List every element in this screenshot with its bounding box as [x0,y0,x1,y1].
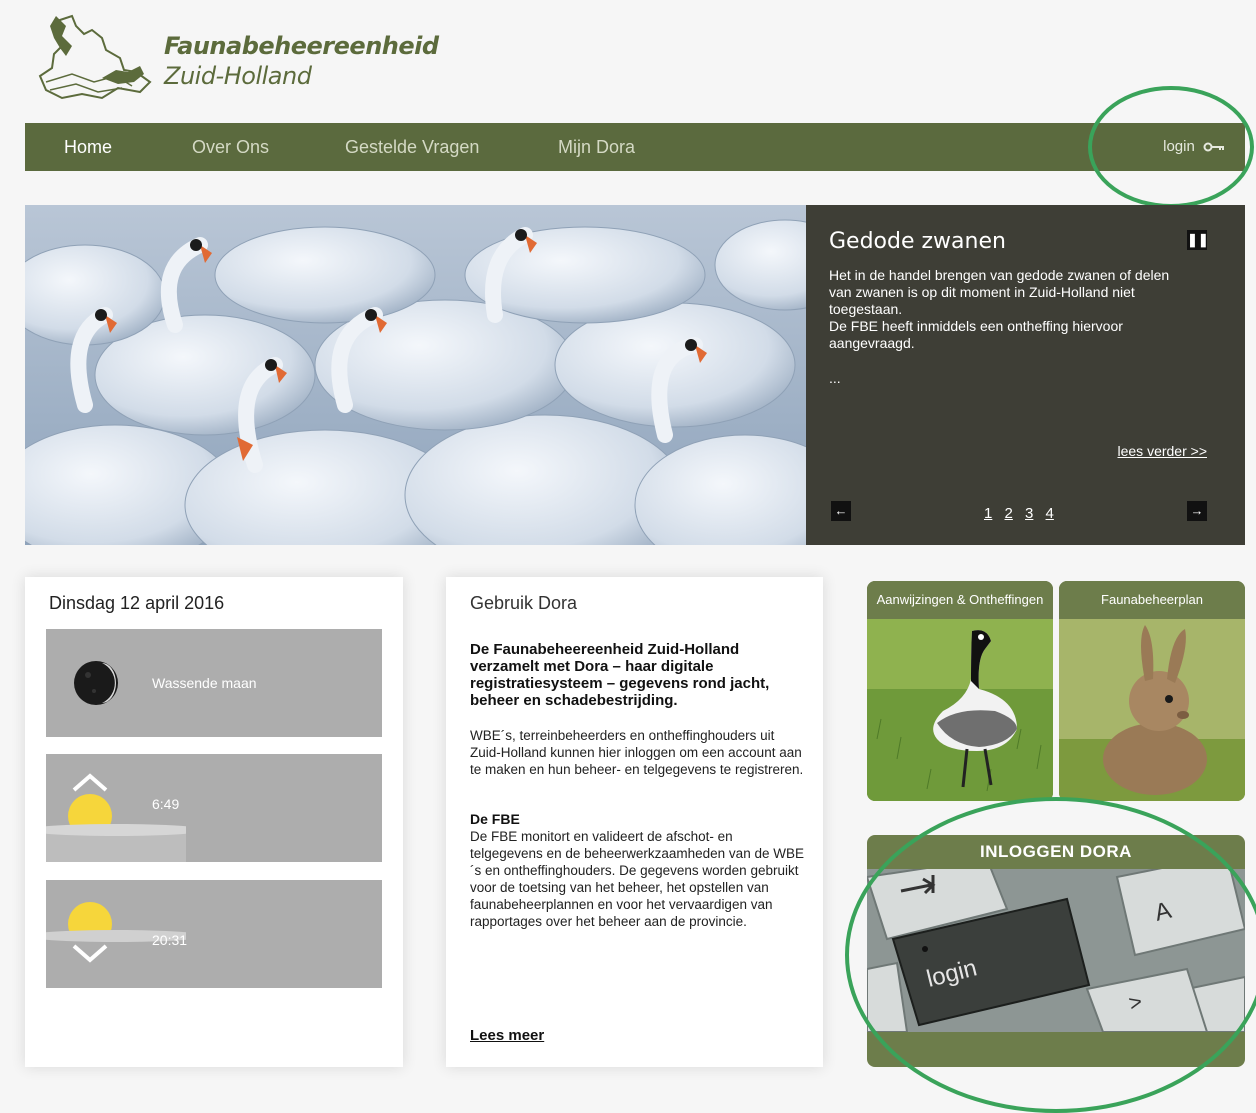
swans-image [25,205,806,545]
tile-aanwijzingen-label: Aanwijzingen & Ontheffingen [867,581,1053,619]
pager-1[interactable]: 1 [984,505,992,522]
prev-slide-button[interactable]: ← [831,501,851,521]
dora-title: Gebruik Dora [470,593,578,613]
arrow-right-icon: → [1190,503,1204,518]
slide-text-line-1: Het in de handel brengen van gedode zwan… [829,267,1170,317]
dora-card: Gebruik Dora De Faunabeheereenheid Zuid-… [446,577,823,1067]
sunrise-box: 6:49 [46,754,382,862]
nav-mijn-dora[interactable]: Mijn Dora [558,123,635,171]
nav-home[interactable]: Home [64,123,112,171]
dora-intro: De Faunabeheereenheid Zuid-Holland verza… [470,641,770,709]
slide-text: Het in de handel brengen van gedode zwan… [829,267,1179,352]
slide-text-line-2: De FBE heeft inmiddels een ontheffing hi… [829,318,1123,351]
sunset-time: 20:31 [152,932,188,948]
fbe-heading: De FBE [470,811,520,827]
sunrise-time: 6:49 [152,796,180,812]
slide-pager: 1 2 3 4 [984,505,1062,522]
main-nav: Home Over Ons Gestelde Vragen Mijn Dora … [25,123,1245,171]
pager-3[interactable]: 3 [1025,505,1033,522]
logo[interactable]: Faunabeheereenheid Zuid-Holland [32,12,439,112]
weather-card: Dinsdag 12 april 2016 Wassende maan 6:49… [25,577,403,1067]
highlight-circle-login [1088,86,1254,208]
nav-over-ons[interactable]: Over Ons [192,123,269,171]
moon-phase-label: Wassende maan [152,675,257,691]
pause-button[interactable]: ❚❚ [1187,230,1209,250]
lees-meer-link[interactable]: Lees meer [470,1027,544,1044]
next-slide-button[interactable]: → [1187,501,1207,521]
logo-title: Faunabeheereenheid [164,32,439,60]
read-more-link[interactable]: lees verder >> [1118,443,1208,459]
pager-2[interactable]: 2 [1005,505,1013,522]
nav-gestelde-vragen[interactable]: Gestelde Vragen [345,123,479,171]
moon-icon [74,661,118,705]
tile-aanwijzingen[interactable]: Aanwijzingen & Ontheffingen [867,581,1053,801]
slide-ellipsis: ... [829,370,841,386]
logo-map-icon [38,14,152,100]
weather-date: Dinsdag 12 april 2016 [49,593,225,613]
hero-slider: Gedode zwanen ❚❚ Het in de handel brenge… [25,205,1245,545]
sunset-box: 20:31 [46,880,382,988]
tile-faunabeheerplan[interactable]: Faunabeheerplan [1059,581,1245,801]
fbe-body: De FBE monitort en valideert de afschot-… [470,829,804,929]
pager-4[interactable]: 4 [1046,505,1054,522]
dora-body: WBE´s, terreinbeheerders en ontheffingho… [470,728,804,777]
slide-title: Gedode zwanen [829,229,1006,254]
highlight-circle-login-panel [845,797,1256,1113]
rabbit-image [1059,619,1245,801]
slide-panel: Gedode zwanen ❚❚ Het in de handel brenge… [806,205,1245,545]
arrow-left-icon: ← [834,503,848,518]
tile-faunabeheerplan-label: Faunabeheerplan [1059,581,1245,619]
pause-icon: ❚❚ [1187,232,1209,247]
goose-image [867,619,1053,801]
logo-subtitle: Zuid-Holland [164,62,312,90]
moon-phase-box: Wassende maan [46,629,382,737]
